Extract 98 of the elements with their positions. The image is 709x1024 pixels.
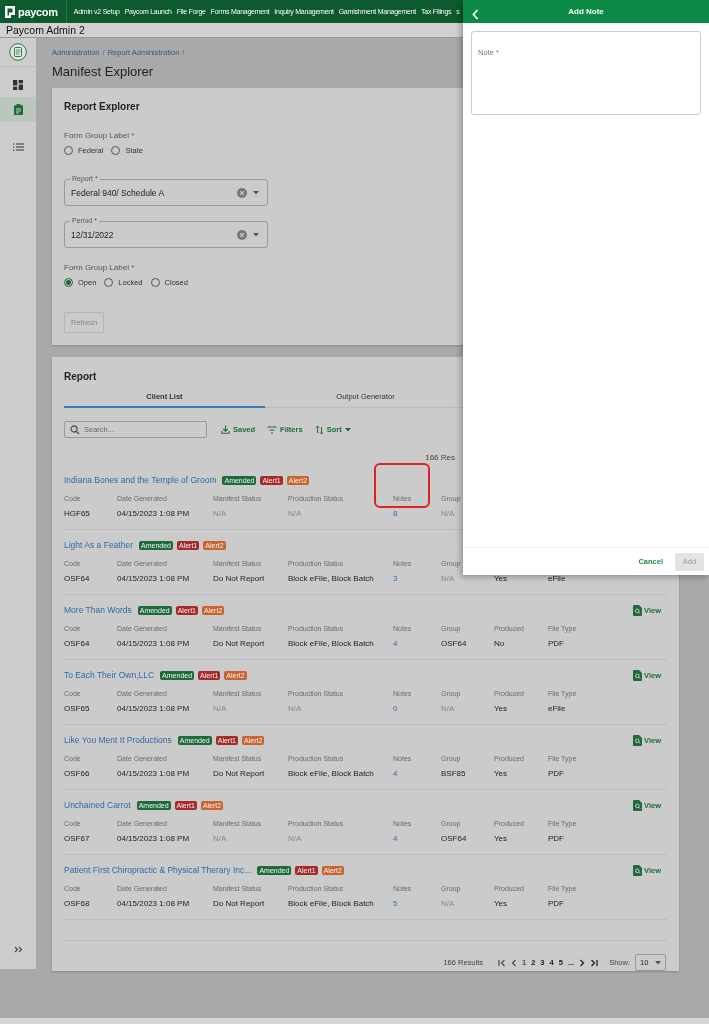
field-value: PDF (548, 834, 565, 843)
card-title: Report Explorer (64, 101, 141, 112)
notes-link[interactable]: 4 (393, 769, 398, 778)
caret-icon (655, 960, 661, 965)
notes-link[interactable]: 3 (393, 574, 398, 583)
document-search-icon (633, 669, 643, 681)
field-value: HGF65 (64, 509, 91, 518)
client-link[interactable]: More Than Words (64, 605, 132, 615)
brand-logo-text: paycom (18, 5, 58, 18)
field-value: Yes (494, 574, 509, 583)
expand-icon[interactable] (13, 946, 23, 953)
field-value: OSF64 (441, 834, 468, 843)
field-value: Do Not Report (213, 574, 266, 583)
field-value: PDF (548, 769, 565, 778)
client-link[interactable]: To Each Their Own,LLC (64, 670, 155, 680)
field-value: Block eFile, Block Batch (288, 574, 375, 583)
field-value: OSF66 (64, 769, 91, 778)
field-value: Yes (494, 769, 509, 778)
field-value: N/A (441, 509, 456, 518)
client-link[interactable]: Unchained Carrot (64, 800, 131, 810)
field-value: 04/15/2023 1:08 PM (117, 509, 191, 518)
document-search-icon (633, 799, 643, 811)
field-value: OSF67 (64, 834, 91, 843)
list-icon (12, 142, 24, 151)
field-value: BSF85 (441, 769, 467, 778)
field-value: Do Not Report (213, 639, 266, 648)
field-value: Block eFile, Block Batch (288, 639, 375, 648)
first-page-icon[interactable] (498, 958, 506, 967)
field-value: PDF (548, 639, 565, 648)
field-value: 04/15/2023 1:08 PM (117, 704, 191, 713)
page-title: Manifest Explorer (52, 64, 155, 79)
field-value: N/A (213, 704, 228, 713)
field-value: OSF68 (64, 899, 91, 908)
field-value: N/A (441, 574, 456, 583)
results-count: 166 Res (425, 453, 455, 462)
field-value: N/A (288, 509, 303, 518)
field-value: 04/15/2023 1:08 PM (117, 639, 191, 648)
previous-page-icon[interactable] (511, 958, 517, 967)
drawer-title: Add Note (568, 7, 604, 16)
field-value: 04/15/2023 1:08 PM (117, 769, 191, 778)
brand-logo-icon[interactable] (5, 5, 15, 18)
dashboard-icon (13, 79, 23, 90)
back-icon[interactable] (472, 9, 479, 20)
field-value: No (494, 639, 506, 648)
field-value: N/A (288, 704, 303, 713)
caret-icon (253, 190, 259, 195)
app-logo-icon[interactable] (9, 43, 27, 61)
client-link[interactable]: Like You Ment It Productions (64, 735, 172, 745)
field-value: Yes (494, 834, 509, 843)
notes-link[interactable]: 8 (393, 509, 398, 518)
sort-icon (314, 424, 324, 435)
sidebar-item[interactable] (0, 97, 36, 122)
caret-icon (344, 427, 351, 432)
document-search-icon (633, 604, 643, 616)
clear-icon[interactable] (237, 187, 247, 198)
field-value: N/A (441, 704, 456, 713)
group-label: Form Group Label * (64, 131, 136, 140)
field-value: Yes (494, 704, 509, 713)
last-page-icon[interactable] (590, 958, 599, 967)
notes-link[interactable]: 5 (393, 899, 398, 908)
download-icon (221, 425, 230, 434)
field-value: Yes (494, 899, 509, 908)
field-value: Block eFile, Block Batch (288, 899, 375, 908)
field-value: OSF64 (64, 639, 91, 648)
field-value: Do Not Report (213, 769, 266, 778)
filter-icon (267, 425, 278, 434)
clipboard-icon (13, 104, 23, 115)
field-value: N/A (213, 834, 228, 843)
notes-link[interactable]: 0 (393, 704, 398, 713)
field-value: PDF (548, 899, 565, 908)
notes-link[interactable]: 4 (393, 834, 398, 843)
field-value: N/A (441, 899, 456, 908)
client-link[interactable]: Patient First Chiropractic & Physical Therary Inc... (64, 865, 252, 875)
group-label: Form Group Label * (64, 263, 136, 272)
app-title: Paycom Admin 2 (6, 24, 85, 36)
field-value: eFile (548, 704, 567, 713)
caret-icon (253, 232, 259, 237)
notes-link[interactable]: 4 (393, 639, 398, 648)
radio-button[interactable] (64, 278, 73, 287)
clear-icon[interactable] (237, 229, 247, 240)
field-value: N/A (288, 834, 303, 843)
field-value: Do Not Report (213, 899, 266, 908)
next-page-icon[interactable] (579, 958, 586, 967)
field-value: OSF65 (64, 704, 91, 713)
field-value: OSF64 (441, 639, 468, 648)
field-value: N/A (213, 509, 228, 518)
document-search-icon (633, 734, 643, 746)
field-value: 04/15/2023 1:08 PM (117, 899, 191, 908)
client-link[interactable]: Light As a Feather (64, 540, 133, 550)
document-search-icon (633, 864, 643, 876)
field-value: 04/15/2023 1:08 PM (117, 574, 191, 583)
card-title: Report (64, 371, 98, 382)
client-link[interactable]: Indiana Bones and the Temple of Groom (64, 475, 217, 485)
search-icon (70, 425, 80, 435)
field-value: OSF64 (64, 574, 91, 583)
field-value: eFile (548, 574, 567, 583)
field-value: 04/15/2023 1:08 PM (117, 834, 191, 843)
field-value: Block eFile, Block Batch (288, 769, 375, 778)
